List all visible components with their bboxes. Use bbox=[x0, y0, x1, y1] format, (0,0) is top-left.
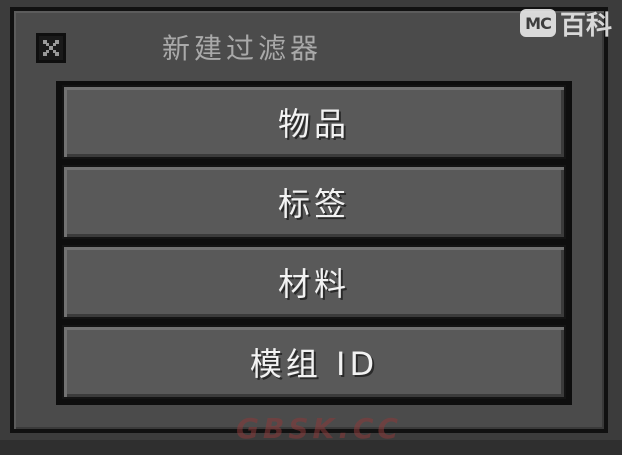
close-x-icon bbox=[39, 36, 63, 60]
watermark-logo: MC 百科 bbox=[519, 6, 612, 41]
watermark-mc-icon: MC bbox=[519, 9, 556, 37]
option-tag-button[interactable]: 标签 bbox=[62, 165, 566, 239]
watermark-bottom: GBSK.CC bbox=[236, 412, 402, 445]
dialog-title: 新建过滤器 bbox=[162, 32, 323, 65]
watermark-text: 百科 bbox=[559, 10, 612, 41]
filter-type-list: 物品 标签 材料 模组 ID bbox=[56, 81, 572, 405]
option-item-button[interactable]: 物品 bbox=[62, 85, 566, 159]
option-material-button[interactable]: 材料 bbox=[62, 245, 566, 319]
new-filter-dialog: 新建过滤器 物品 标签 材料 模组 ID bbox=[10, 7, 608, 433]
option-mod-id-button[interactable]: 模组 ID bbox=[62, 325, 566, 399]
close-button[interactable] bbox=[36, 33, 66, 63]
